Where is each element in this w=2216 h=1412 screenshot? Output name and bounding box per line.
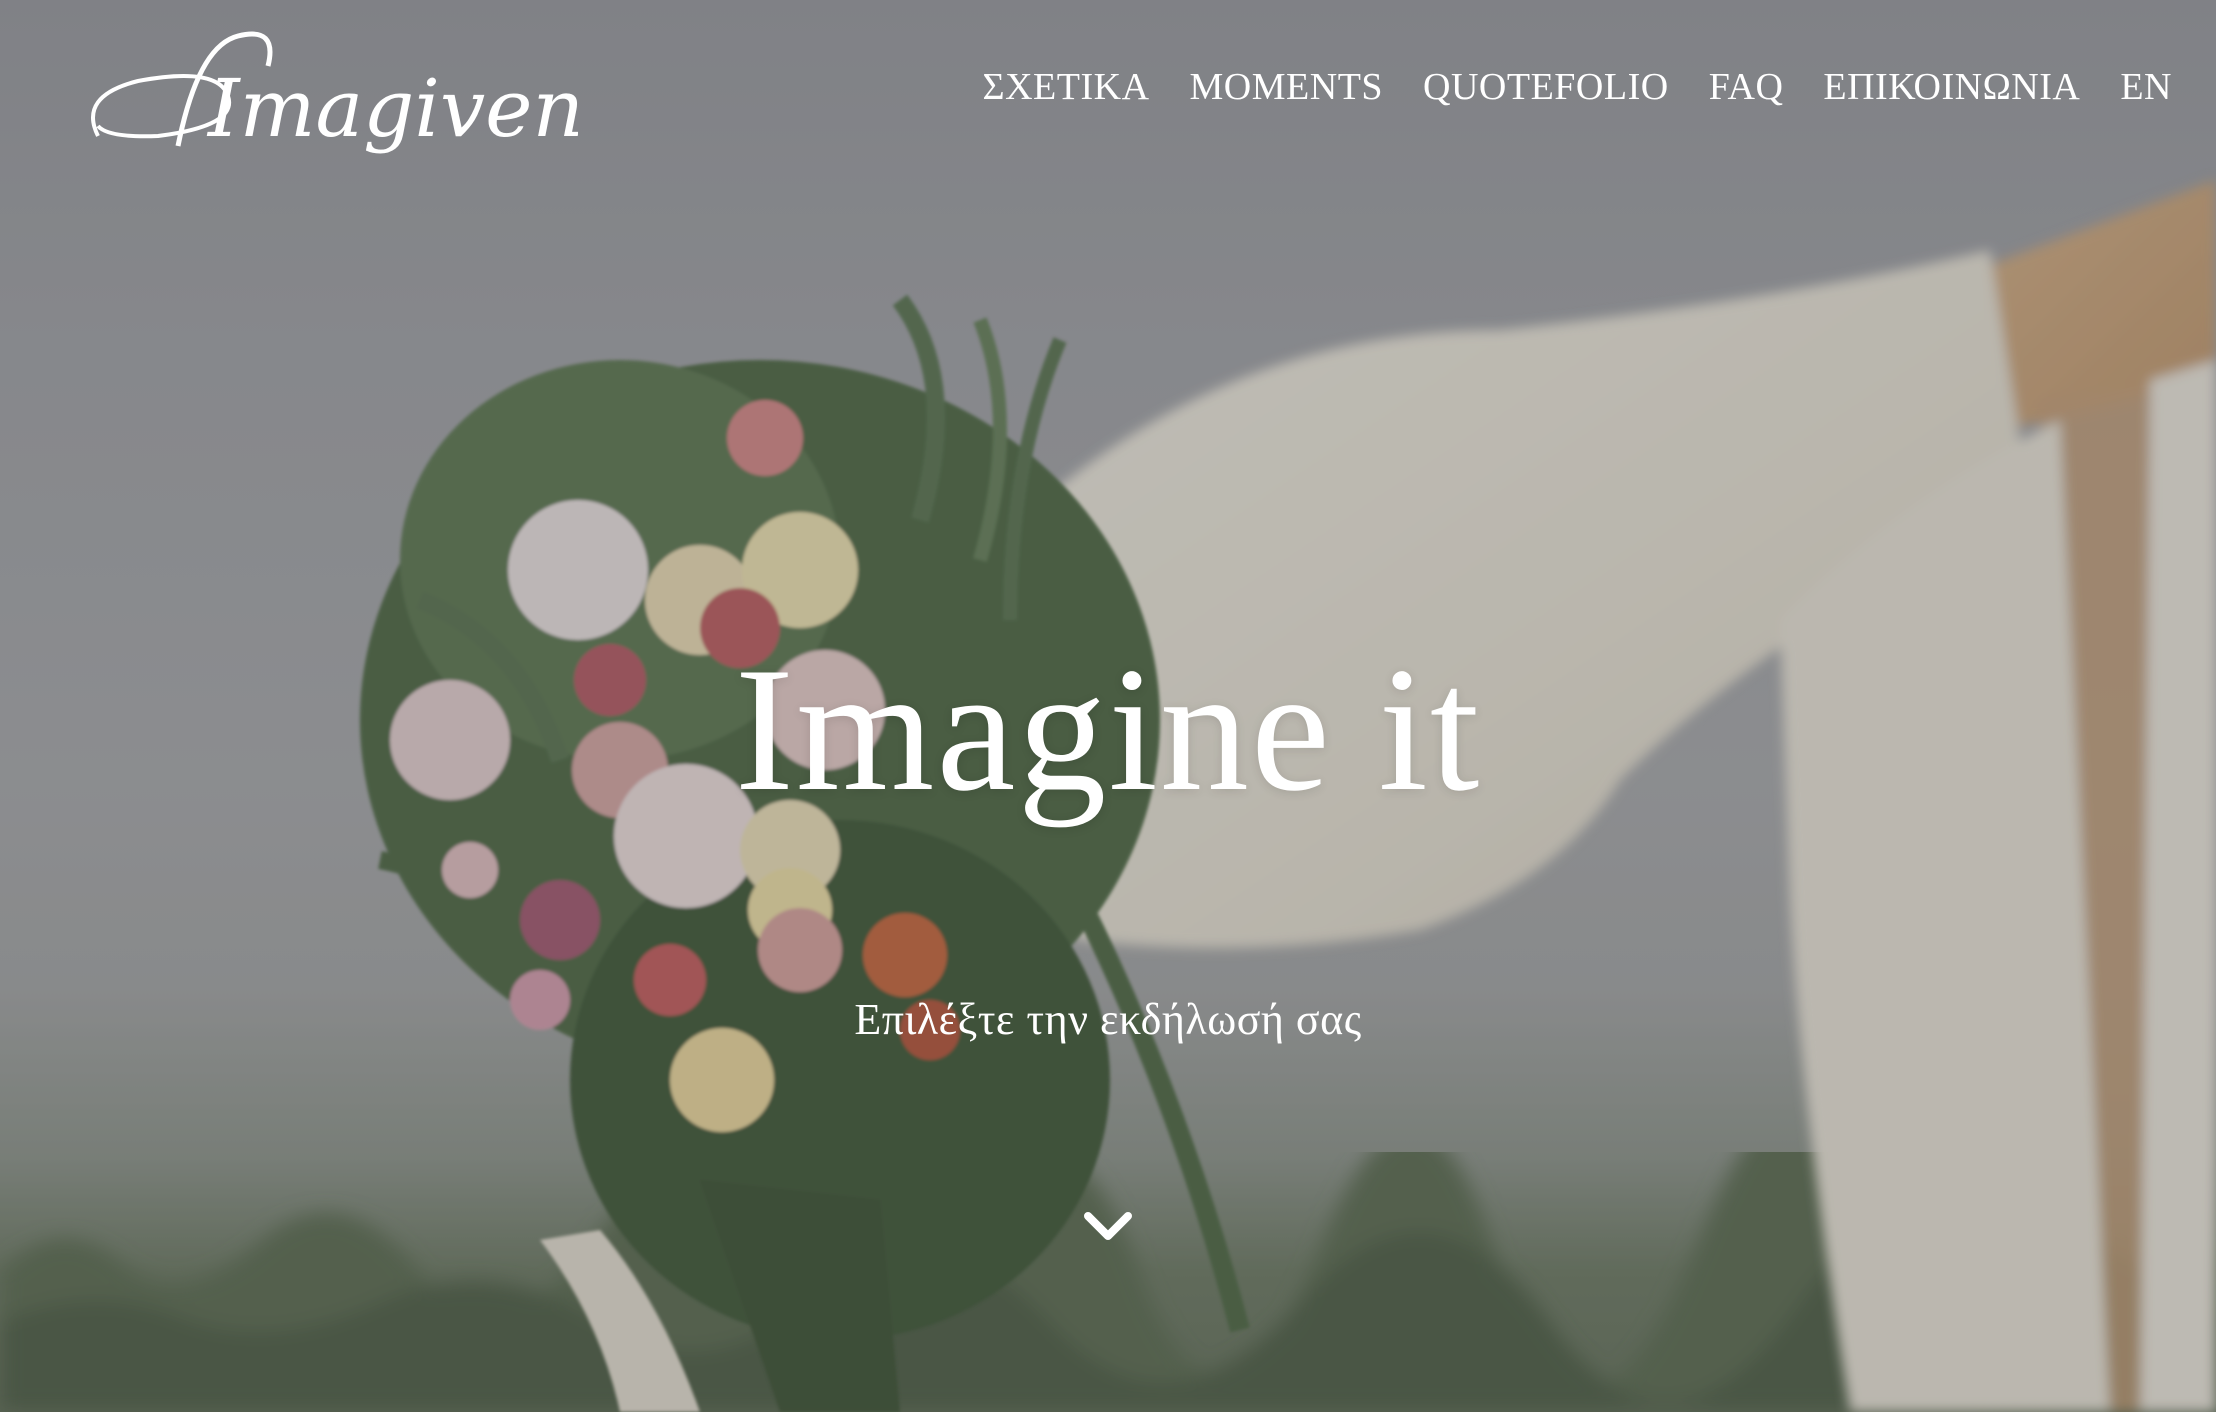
nav-item-about[interactable]: ΣΧΕΤΙΚΑ (982, 68, 1149, 106)
imagivent-logo: Imagivent (91, 31, 617, 155)
logo-link[interactable]: Imagivent (78, 26, 617, 166)
language-switch-en[interactable]: EN (2120, 68, 2172, 106)
scroll-down-button[interactable] (1080, 1198, 1136, 1254)
logo-text: Imagivent (206, 62, 578, 155)
main-navigation: ΣΧΕΤΙΚΑ MOMENTS QUOTEFOLIO FAQ ΕΠΙΚΟΙΝΩΝ… (982, 68, 2172, 106)
hero-section: Imagivent ΣΧΕΤΙΚΑ MOMENTS QUOTEFOLIO FAQ… (0, 0, 2216, 1412)
nav-item-quotefolio[interactable]: QUOTEFOLIO (1423, 68, 1669, 106)
nav-item-moments[interactable]: MOMENTS (1190, 68, 1384, 106)
nav-item-contact[interactable]: ΕΠΙΚΟΙΝΩΝΙΑ (1823, 68, 2080, 106)
site-header: Imagivent ΣΧΕΤΙΚΑ MOMENTS QUOTEFOLIO FAQ… (0, 0, 2216, 190)
choose-event-link[interactable]: Επιλέξτε την εκδήλωσή σας (0, 998, 2216, 1042)
hero-title: Imagine it (734, 630, 1482, 828)
chevron-down-icon (1084, 1212, 1132, 1240)
nav-item-faq[interactable]: FAQ (1709, 68, 1784, 106)
